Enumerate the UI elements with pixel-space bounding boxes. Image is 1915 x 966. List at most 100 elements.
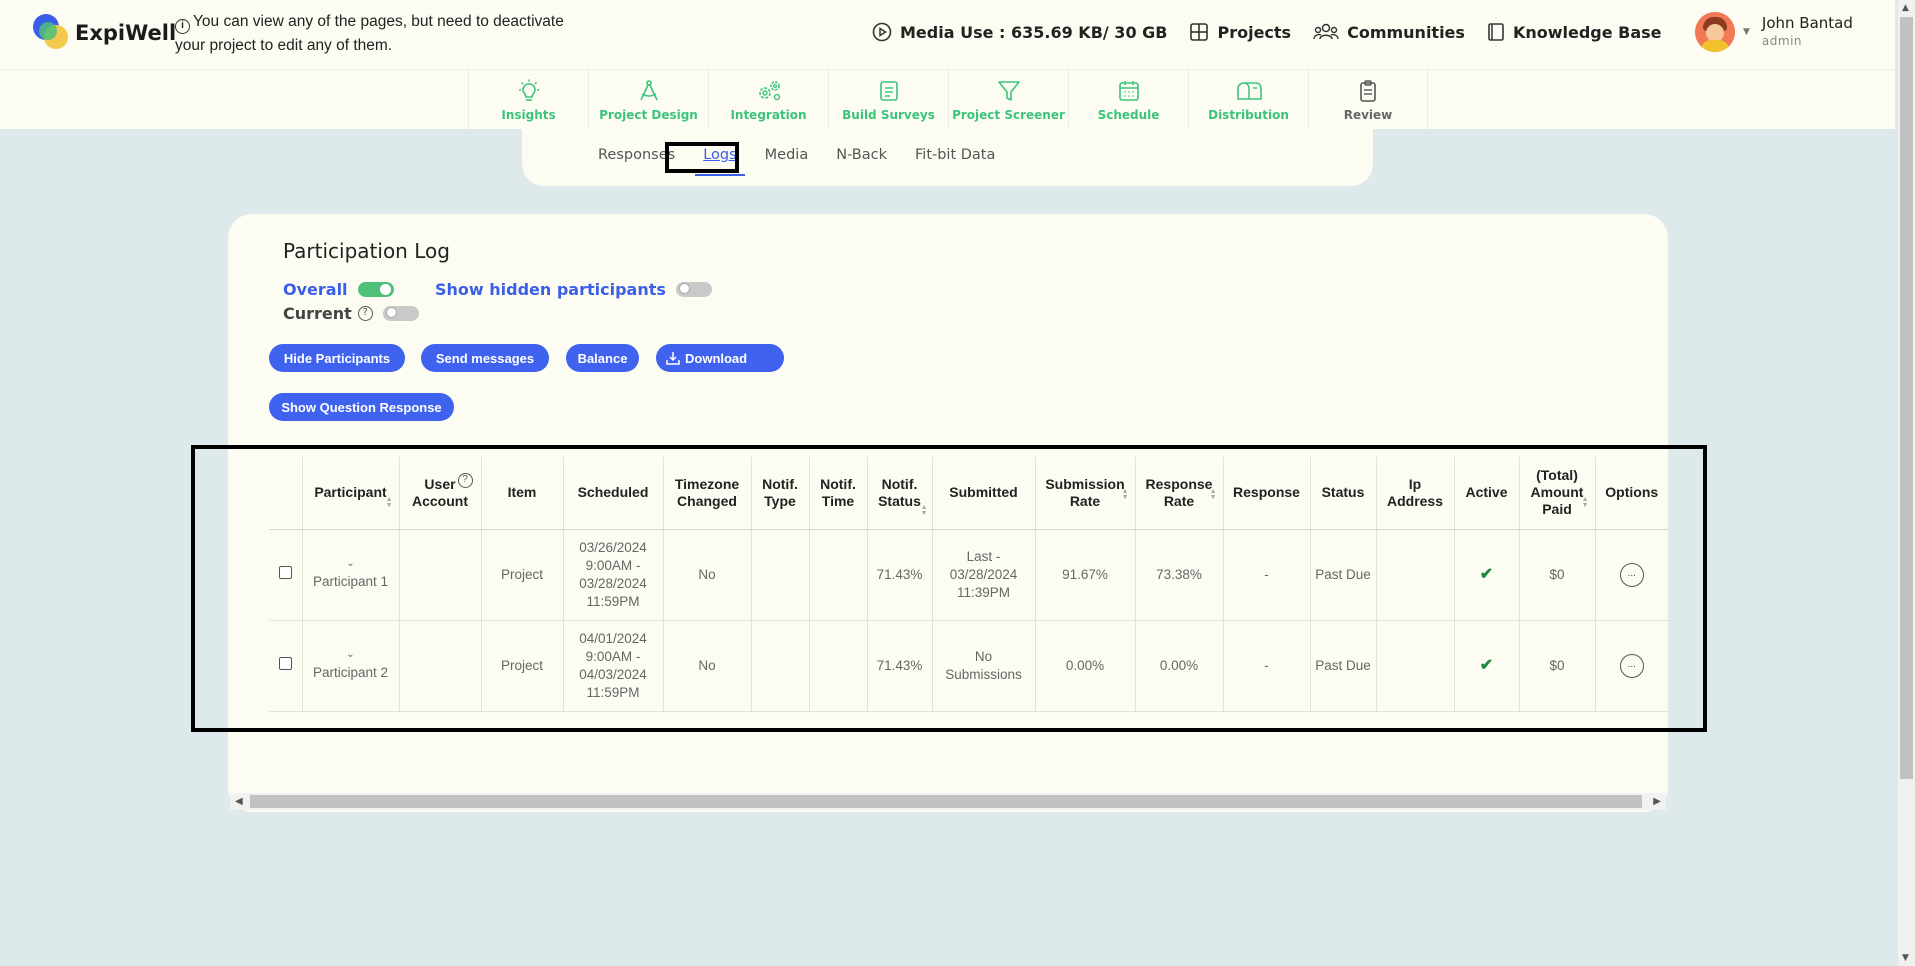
current-toggle[interactable] bbox=[382, 305, 419, 321]
row-checkbox[interactable] bbox=[278, 565, 292, 579]
sort-icon[interactable]: ▲ ▼ bbox=[1210, 488, 1217, 501]
scroll-down-icon[interactable]: ▼ bbox=[1902, 953, 1909, 963]
tab-n-back[interactable]: N-Back bbox=[822, 147, 901, 163]
submitted-cell: Last - 03/28/2024 11:39PM bbox=[932, 529, 1036, 621]
item-cell: Project bbox=[481, 620, 564, 712]
gears-icon bbox=[758, 80, 780, 100]
module-schedule[interactable]: Schedule bbox=[1068, 70, 1188, 130]
clipboard-icon bbox=[1360, 79, 1376, 102]
horizontal-scrollbar[interactable]: ◀ ▶ bbox=[230, 793, 1666, 810]
notif-type-cell bbox=[751, 620, 810, 712]
column-header: Active bbox=[1454, 457, 1520, 530]
response-cell: - bbox=[1223, 620, 1311, 712]
hide-participants-button[interactable]: Hide Participants bbox=[269, 344, 405, 372]
hidden-participants-label: Show hidden participants bbox=[435, 279, 666, 299]
card-title: Participation Log bbox=[283, 239, 450, 263]
scroll-right-icon[interactable]: ▶ bbox=[1653, 796, 1661, 807]
info-icon: i bbox=[175, 19, 190, 34]
row-checkbox[interactable] bbox=[278, 656, 292, 670]
nav-knowledge-base-label: Knowledge Base bbox=[1512, 22, 1662, 42]
nav-knowledge-base[interactable]: Knowledge Base bbox=[1487, 22, 1662, 42]
item-cell: Project bbox=[481, 529, 564, 621]
options-cell: ... bbox=[1595, 620, 1668, 712]
module-review[interactable]: Review bbox=[1308, 70, 1428, 130]
scroll-left-icon[interactable]: ◀ bbox=[235, 796, 243, 807]
hidden-participants-toggle[interactable] bbox=[675, 281, 712, 297]
download-button[interactable]: Download bbox=[656, 344, 784, 372]
hidden-participants-toggle-row: Show hidden participants bbox=[435, 277, 712, 301]
send-messages-button[interactable]: Send messages bbox=[421, 344, 549, 372]
module-distribution-label: Distribution bbox=[1208, 107, 1289, 122]
options-menu-button[interactable]: ... bbox=[1619, 653, 1644, 678]
module-distribution[interactable]: Distribution bbox=[1188, 70, 1308, 130]
column-header[interactable]: (Total) Amount Paid ▲ ▼ bbox=[1519, 457, 1596, 530]
module-integration[interactable]: Integration bbox=[708, 70, 828, 130]
column-header[interactable]: Response Rate ▲ ▼ bbox=[1135, 457, 1224, 530]
sub-tabs: Responses Logs Media N-Back Fit-bit Data bbox=[522, 129, 1373, 186]
sort-icon[interactable]: ▲ ▼ bbox=[1582, 496, 1589, 509]
sort-icon[interactable]: ▲ ▼ bbox=[1122, 488, 1129, 501]
module-integration-label: Integration bbox=[730, 107, 807, 122]
column-header[interactable]: Participant ▲ ▼ bbox=[302, 457, 400, 530]
user-menu[interactable]: ▼ John Bantad admin bbox=[1695, 12, 1853, 52]
scroll-thumb[interactable] bbox=[1900, 17, 1913, 779]
column-header[interactable]: Notif. Status ▲ ▼ bbox=[867, 457, 933, 530]
column-header: Ip Address bbox=[1376, 457, 1455, 530]
amount-paid-cell: $0 bbox=[1519, 529, 1596, 621]
column-header: Status bbox=[1310, 457, 1377, 530]
column-header: Notif. Time bbox=[809, 457, 868, 530]
participation-log-table: Participant ▲ ▼ User Account? Item Schedul… bbox=[269, 457, 1668, 712]
notif-time-cell bbox=[809, 529, 868, 621]
vertical-scrollbar[interactable]: ▲ ▼ bbox=[1898, 0, 1915, 966]
status-cell: Past Due bbox=[1310, 529, 1377, 621]
chevron-down-icon[interactable]: ⌄ bbox=[307, 558, 395, 569]
participant-cell[interactable]: ⌄ Participant 1 bbox=[302, 529, 400, 621]
scroll-thumb[interactable] bbox=[250, 795, 1642, 808]
module-project-screener-label: Project Screener bbox=[952, 107, 1065, 122]
tab-media[interactable]: Media bbox=[751, 147, 823, 163]
module-insights[interactable]: Insights bbox=[468, 70, 588, 130]
module-build-surveys[interactable]: Build Surveys bbox=[828, 70, 948, 130]
module-build-surveys-label: Build Surveys bbox=[842, 107, 935, 122]
scroll-up-icon[interactable]: ▲ bbox=[1902, 3, 1909, 13]
active-cell: ✔ bbox=[1454, 529, 1520, 621]
avatar bbox=[1695, 12, 1735, 52]
participant-cell[interactable]: ⌄ Participant 2 bbox=[302, 620, 400, 712]
show-question-response-button[interactable]: Show Question Response bbox=[269, 393, 454, 421]
top-nav: Media Use : 635.69 KB/ 30 GB Projects Co… bbox=[872, 22, 1714, 42]
options-menu-button[interactable]: ... bbox=[1619, 562, 1644, 587]
column-header[interactable]: Submission Rate ▲ ▼ bbox=[1035, 457, 1136, 530]
balance-button[interactable]: Balance bbox=[566, 344, 639, 372]
nav-projects[interactable]: Projects bbox=[1189, 22, 1291, 42]
nav-communities[interactable]: Communities bbox=[1313, 22, 1465, 42]
tab-responses[interactable]: Responses bbox=[584, 147, 689, 163]
sort-icon[interactable]: ▲ ▼ bbox=[921, 504, 928, 517]
sort-icon[interactable]: ▲ ▼ bbox=[386, 496, 393, 509]
overall-toggle[interactable] bbox=[357, 281, 394, 297]
column-header: Notif. Type bbox=[751, 457, 810, 530]
module-project-design[interactable]: Project Design bbox=[588, 70, 708, 130]
tab-logs[interactable]: Logs bbox=[689, 147, 750, 176]
lightbulb-icon bbox=[518, 79, 539, 101]
tab-fitbit-data[interactable]: Fit-bit Data bbox=[901, 147, 1009, 163]
options-cell: ... bbox=[1595, 529, 1668, 621]
current-label: Current bbox=[283, 303, 352, 323]
chevron-down-icon[interactable]: ⌄ bbox=[307, 649, 395, 660]
help-icon[interactable]: ? bbox=[357, 305, 373, 321]
user-account-cell bbox=[399, 529, 482, 621]
module-nav: Insights Project Design Integration Buil… bbox=[0, 69, 1895, 130]
status-cell: Past Due bbox=[1310, 620, 1377, 712]
column-header: Scheduled bbox=[563, 457, 664, 530]
module-review-label: Review bbox=[1343, 107, 1393, 122]
deactivate-notice: i You can view any of the pages, but need… bbox=[175, 10, 575, 58]
nav-communities-label: Communities bbox=[1347, 22, 1465, 42]
scheduled-cell: 04/01/2024 9:00AM - 04/03/2024 11:59PM bbox=[563, 620, 664, 712]
logo-icon bbox=[33, 14, 71, 52]
view-toggles: Overall Current ? bbox=[283, 277, 419, 325]
brand-logo[interactable]: ExpiWell bbox=[33, 14, 176, 52]
column-header: Timezone Changed bbox=[663, 457, 752, 530]
user-name: John Bantad bbox=[1761, 14, 1853, 32]
module-project-screener[interactable]: Project Screener bbox=[948, 70, 1068, 130]
help-icon[interactable]: ? bbox=[457, 473, 473, 488]
grid-icon bbox=[1190, 23, 1209, 41]
